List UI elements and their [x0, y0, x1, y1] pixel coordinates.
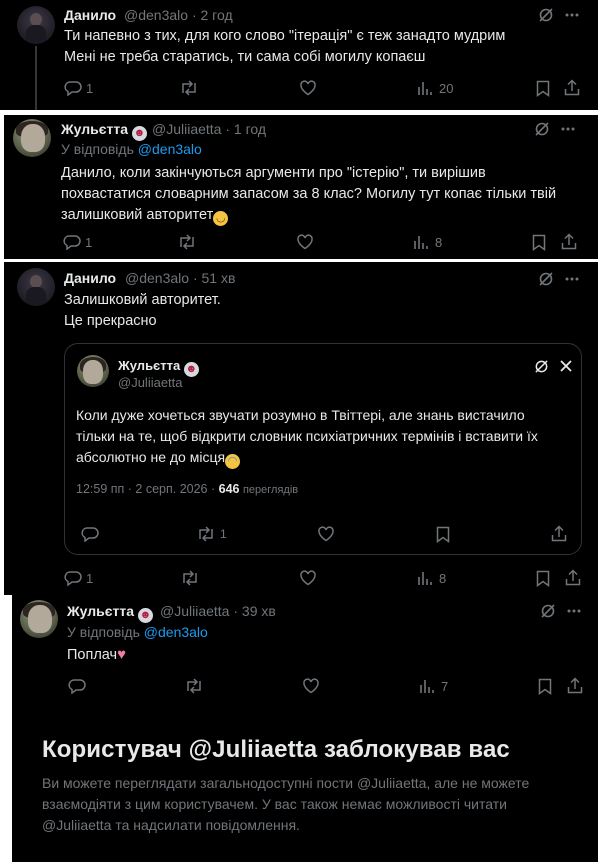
avatar[interactable]	[20, 600, 58, 638]
grok-icon[interactable]	[540, 603, 556, 619]
share-icon[interactable]	[551, 525, 567, 542]
reply-context: У відповідь @den3alo	[67, 624, 208, 640]
devil-emoji: ☻	[183, 362, 199, 377]
reply-count: 1	[86, 81, 94, 96]
quote-author-handle: @Juliiaetta	[118, 375, 183, 390]
reply-count: 1	[86, 571, 94, 586]
retweet-count: 1	[220, 527, 227, 541]
author-name[interactable]: Жульєтта ☻	[67, 603, 153, 623]
views-icon[interactable]	[417, 80, 433, 96]
reply-icon[interactable]	[64, 80, 82, 96]
retweet-icon[interactable]	[177, 234, 197, 250]
grok-icon[interactable]	[538, 271, 554, 287]
views-count: 8	[439, 571, 447, 586]
thread-line	[35, 46, 37, 110]
reply-count: 1	[85, 235, 93, 250]
more-icon[interactable]	[565, 277, 579, 281]
blocked-description: Ви можете переглядати загальнодоступні п…	[42, 775, 530, 833]
tweet-text: Данило, коли закінчуються аргументи про …	[61, 165, 557, 226]
reply-context: У відповідь @den3alo	[61, 141, 202, 157]
author-name[interactable]: Данило	[64, 270, 116, 286]
tweet-2[interactable]: Жульєтта ☻ @Juliiaetta · 1 год У відпові…	[4, 115, 598, 259]
author-name[interactable]: Данило	[64, 7, 116, 23]
avatar[interactable]	[13, 119, 51, 157]
mention-link[interactable]: @den3alo	[144, 624, 208, 640]
retweet-icon[interactable]	[180, 570, 200, 586]
reply-icon[interactable]	[68, 678, 86, 694]
like-icon[interactable]	[317, 526, 335, 542]
bookmark-icon[interactable]	[436, 526, 450, 543]
blocked-title: Користувач @Juliiaetta заблокував вас	[42, 736, 510, 763]
views-count: 7	[441, 679, 449, 694]
share-icon[interactable]	[565, 569, 581, 586]
grok-icon[interactable]	[534, 359, 549, 374]
avatar[interactable]	[17, 268, 55, 306]
views-icon[interactable]	[419, 678, 435, 694]
views-icon[interactable]	[417, 570, 433, 586]
relieved-emoji: ◡	[213, 211, 229, 226]
quote-timestamp: 12:59 пп · 2 серп. 2026 · 646 переглядів	[76, 482, 299, 496]
tweet-text: Ти напевно з тих, для кого слово "ітерац…	[64, 28, 506, 65]
retweet-icon[interactable]	[179, 80, 199, 96]
like-icon[interactable]	[296, 234, 314, 250]
reply-icon[interactable]	[63, 234, 81, 250]
like-icon[interactable]	[302, 678, 320, 694]
more-icon[interactable]	[567, 609, 581, 613]
bookmark-icon[interactable]	[536, 570, 550, 587]
devil-emoji: ☻	[137, 608, 153, 623]
like-icon[interactable]	[299, 570, 317, 586]
author-handle[interactable]: @den3alo · 51 хв	[125, 270, 235, 286]
devil-emoji: ☻	[131, 126, 147, 141]
reply-icon[interactable]	[64, 570, 82, 586]
grok-icon[interactable]	[534, 121, 550, 137]
share-icon[interactable]	[564, 79, 580, 96]
tweet-4[interactable]: Жульєтта ☻ @Juliiaetta · 39 хв У відпові…	[12, 595, 598, 862]
grok-icon[interactable]	[538, 7, 554, 23]
author-handle[interactable]: @Juliiaetta · 39 хв	[160, 603, 276, 619]
share-icon[interactable]	[561, 233, 577, 250]
retweet-icon[interactable]	[196, 526, 216, 542]
more-icon[interactable]	[565, 13, 579, 17]
reply-icon[interactable]	[81, 526, 99, 542]
laughing-emoji: ◠	[225, 454, 241, 469]
tweet-text: Поплач♥	[67, 646, 127, 663]
author-name[interactable]: Жульєтта ☻	[61, 121, 147, 141]
views-count: 20	[439, 81, 454, 96]
like-icon[interactable]	[299, 80, 317, 96]
pink-heart-emoji: ♥	[117, 646, 127, 663]
bookmark-icon[interactable]	[536, 80, 550, 97]
quote-text: Коли дуже хочеться звучати розумно в Тві…	[76, 407, 538, 469]
close-icon[interactable]	[560, 360, 572, 372]
more-icon[interactable]	[561, 127, 575, 131]
tweet-1[interactable]: Данило @den3alo · 2 год Ти напевно з тих…	[0, 0, 598, 110]
views-count: 8	[435, 235, 443, 250]
mention-link[interactable]: @den3alo	[138, 141, 202, 157]
tweet-text: Залишковий авторитет. Це прекрасно	[64, 292, 221, 329]
quoted-tweet[interactable]: Жульєтта ☻ @Juliiaetta Коли дуже хочетьс…	[64, 343, 582, 555]
author-handle[interactable]: @Juliiaetta · 1 год	[152, 121, 266, 137]
retweet-icon[interactable]	[184, 678, 204, 694]
bookmark-icon[interactable]	[538, 678, 552, 695]
views-icon[interactable]	[413, 234, 429, 250]
avatar[interactable]	[77, 355, 109, 387]
bookmark-icon[interactable]	[532, 234, 546, 251]
share-icon[interactable]	[567, 677, 583, 694]
author-handle[interactable]: @den3alo · 2 год	[124, 7, 233, 23]
tweet-3[interactable]: Данило @den3alo · 51 хв Залишковий автор…	[4, 262, 598, 595]
avatar[interactable]	[17, 6, 55, 44]
